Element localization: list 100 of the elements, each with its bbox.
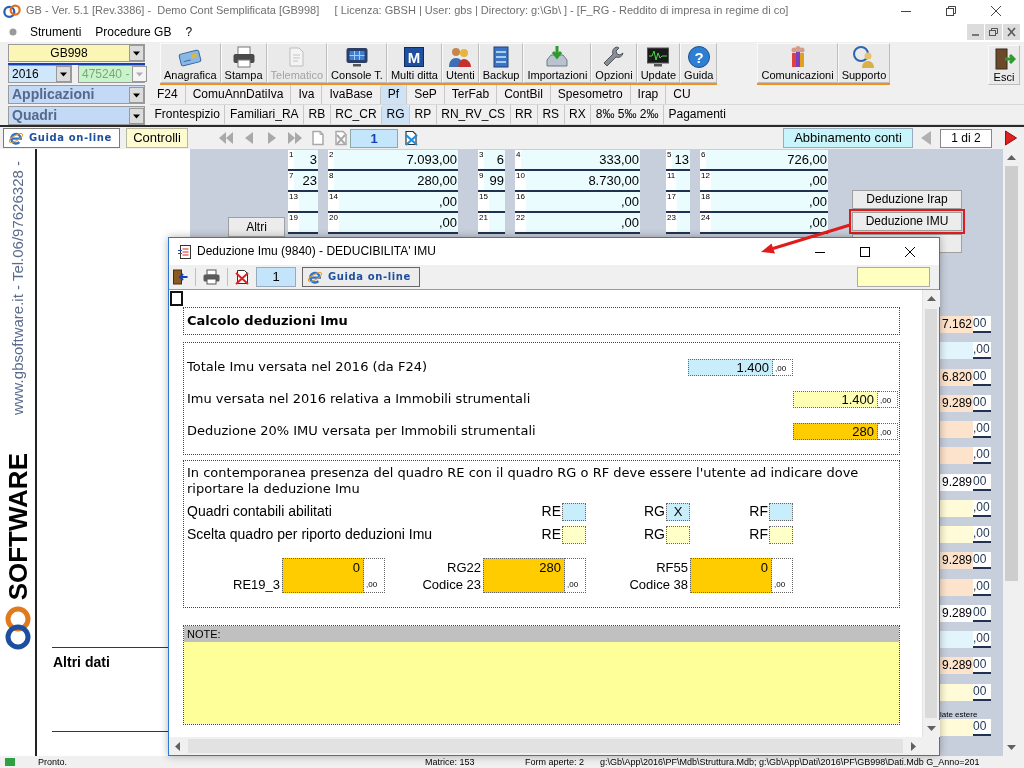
exit-door-icon[interactable] xyxy=(172,269,188,285)
toolbar-button[interactable]: Supporto xyxy=(837,43,891,83)
input-field[interactable]: 8.730,00 xyxy=(525,171,640,192)
toolbar-button[interactable]: Opzioni xyxy=(591,43,637,83)
input-field[interactable]: ,00 xyxy=(338,192,458,213)
input-field[interactable]: ,00 xyxy=(710,213,828,234)
menu-item[interactable]: Procedure GB xyxy=(88,24,179,40)
input-field[interactable]: 99 xyxy=(484,171,505,192)
input-field[interactable]: ,00 xyxy=(710,192,828,213)
tab[interactable]: SeP xyxy=(406,85,444,104)
amount-field[interactable]: 1.400 xyxy=(793,390,878,408)
close-icon[interactable] xyxy=(1003,24,1020,40)
form-button[interactable]: Deduzione Irap xyxy=(852,190,962,209)
menu-item[interactable]: Strumenti xyxy=(23,24,89,40)
input-field[interactable] xyxy=(940,499,973,517)
input-field[interactable] xyxy=(940,683,973,701)
input-field[interactable]: ,00 xyxy=(525,213,640,234)
tab[interactable]: RG xyxy=(381,105,410,124)
help-button[interactable]: Guida on-line xyxy=(302,267,420,287)
applications-select[interactable]: Applicazioni xyxy=(8,85,145,104)
input-field[interactable] xyxy=(940,526,973,544)
toolbar-button[interactable]: Anagrafica xyxy=(160,43,221,83)
toolbar-button[interactable]: Stampa xyxy=(220,43,267,83)
notes-field[interactable] xyxy=(184,642,899,724)
tab[interactable]: RS xyxy=(536,105,564,124)
other-button[interactable]: Altri xyxy=(228,217,285,237)
tab[interactable]: Iva xyxy=(290,85,322,104)
input-field[interactable]: ,00 xyxy=(710,171,828,192)
transfer-field[interactable]: 0 xyxy=(690,558,772,593)
choice-field[interactable]: X xyxy=(666,502,690,521)
toolbar-button[interactable]: Esci xyxy=(988,45,1020,85)
amount-field[interactable]: 1.400 xyxy=(688,358,773,376)
year-select[interactable]: 2016 xyxy=(8,65,72,83)
tab[interactable]: Pf xyxy=(379,85,407,104)
dropdown-icon[interactable] xyxy=(56,66,71,82)
scrollbar[interactable] xyxy=(922,290,939,737)
toolbar-button[interactable]: Importazioni xyxy=(523,43,592,83)
tab[interactable]: CU xyxy=(665,85,698,104)
input-field[interactable]: 9.289 xyxy=(940,657,973,675)
amount-field[interactable]: 280 xyxy=(793,422,878,440)
input-field[interactable] xyxy=(940,578,973,596)
tab[interactable]: RR xyxy=(509,105,537,124)
page-cross-icon[interactable] xyxy=(403,130,419,146)
menu-item[interactable]: ? xyxy=(178,24,200,40)
next-page-icon[interactable] xyxy=(1004,130,1018,146)
input-field[interactable]: 9.289 xyxy=(940,394,973,412)
choice-field[interactable] xyxy=(666,525,690,544)
form-button[interactable]: Deduzione IMU xyxy=(852,212,962,231)
input-field[interactable]: ,00 xyxy=(525,192,640,213)
dropdown-icon[interactable] xyxy=(129,45,144,61)
toolbar-button[interactable]: Update xyxy=(636,43,681,83)
company-select[interactable]: GB998 xyxy=(8,44,145,62)
input-field[interactable] xyxy=(676,171,690,192)
tab[interactable]: F24 xyxy=(150,85,185,104)
tab[interactable]: RN_RV_CS xyxy=(435,105,510,124)
input-field[interactable]: 9.289 xyxy=(940,604,973,622)
transfer-field[interactable]: 280 xyxy=(483,558,565,593)
input-field[interactable]: 9.289 xyxy=(940,552,973,570)
input-field[interactable]: 3 xyxy=(294,150,318,171)
tab[interactable]: TerFab xyxy=(443,85,497,104)
minimize-icon[interactable] xyxy=(967,24,984,40)
input-field[interactable]: 333,00 xyxy=(521,150,640,171)
dropdown-icon[interactable] xyxy=(129,107,144,124)
tab[interactable]: Familiari_RA xyxy=(224,105,304,124)
tab[interactable]: RX xyxy=(563,105,591,124)
toolbar-button[interactable]: M Multi ditta xyxy=(386,43,442,83)
choice-field[interactable] xyxy=(769,525,793,544)
record-field[interactable]: 1 xyxy=(350,128,398,148)
dropdown-icon[interactable] xyxy=(129,86,144,103)
toolbar-button[interactable]: Utenti xyxy=(441,43,479,83)
input-field[interactable]: 9.289 xyxy=(940,473,973,491)
link-button[interactable]: Abbinamento conti xyxy=(783,128,913,148)
tab[interactable]: RP xyxy=(409,105,436,124)
input-field[interactable] xyxy=(940,421,973,439)
input-field[interactable] xyxy=(940,631,973,649)
tab[interactable]: Frontespizio xyxy=(150,105,225,124)
input-field[interactable] xyxy=(940,342,973,360)
checks-button[interactable]: Controlli xyxy=(126,128,188,148)
input-field[interactable]: 6 xyxy=(484,150,505,171)
tab[interactable]: IvaBase xyxy=(321,85,380,104)
tab[interactable]: 8‰ 5‰ 2‰ xyxy=(590,105,663,124)
input-field[interactable] xyxy=(940,719,973,736)
help-button[interactable]: Guida on-line xyxy=(3,128,120,148)
toolbar-button[interactable]: Console T. xyxy=(327,43,387,83)
page-field[interactable]: 1 di 2 xyxy=(940,128,992,148)
tab[interactable]: Irap xyxy=(629,85,666,104)
tab[interactable]: ComuAnnDatiIva xyxy=(184,85,291,104)
input-field[interactable]: 7.093,00 xyxy=(334,150,458,171)
tab[interactable]: ContBil xyxy=(496,85,550,104)
transfer-field[interactable]: 0 xyxy=(282,558,364,593)
choice-field[interactable] xyxy=(562,525,586,544)
input-field[interactable]: 726,00 xyxy=(706,150,828,171)
record-selector[interactable] xyxy=(170,291,183,306)
input-field[interactable]: 280,00 xyxy=(334,171,458,192)
tab[interactable]: Spesometro xyxy=(549,85,630,104)
input-field[interactable]: 7.162 xyxy=(940,316,973,333)
input-field[interactable]: 13 xyxy=(672,150,690,171)
input-field[interactable] xyxy=(857,267,930,287)
toolbar-button[interactable]: Backup xyxy=(478,43,524,83)
record-field[interactable]: 1 xyxy=(256,267,296,287)
